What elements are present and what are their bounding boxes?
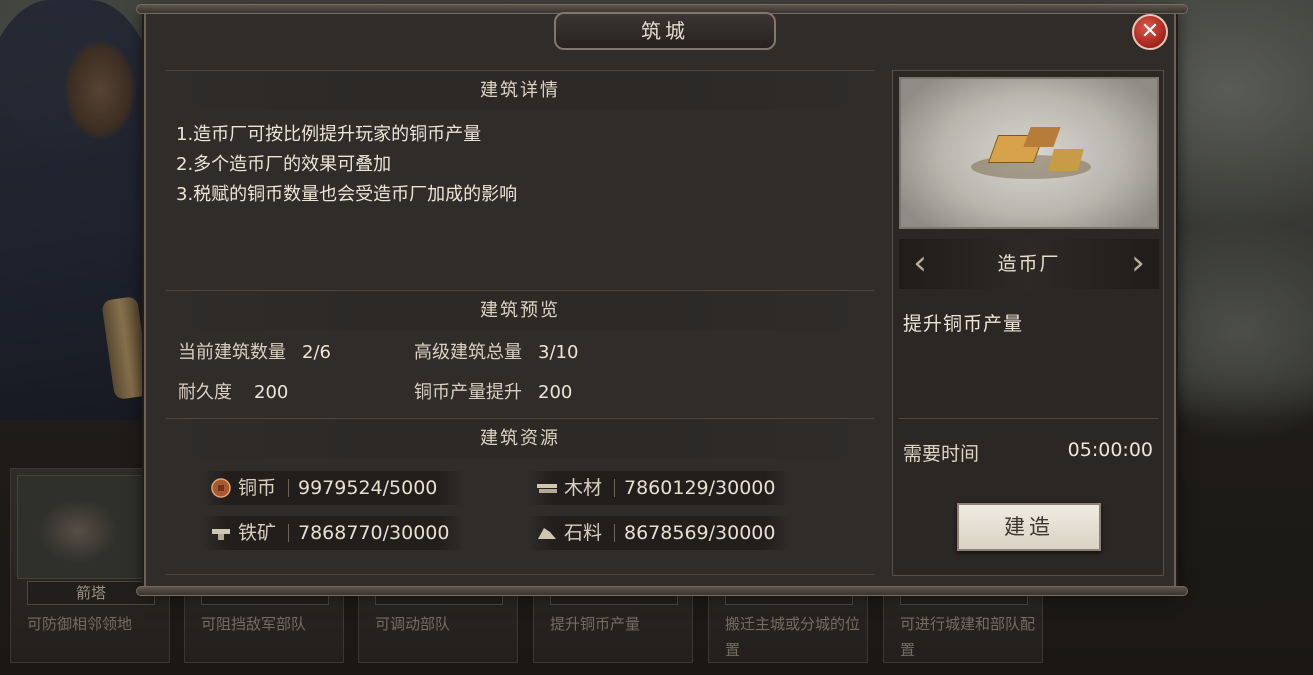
- stat-label: 耐久度: [178, 382, 232, 403]
- resource-value: 7860129/30000: [624, 477, 776, 499]
- divider: [899, 418, 1159, 419]
- divider: [288, 524, 289, 542]
- divider: [288, 479, 289, 497]
- iron-ore-icon: [212, 529, 230, 540]
- building-selector: 造币厂 ‹ ›: [899, 239, 1159, 289]
- divider: [166, 290, 874, 291]
- divider: [614, 479, 615, 497]
- wood-icon: [537, 484, 557, 493]
- stat-advanced-total: 高级建筑总量 3/10: [414, 338, 578, 364]
- chevron-left-icon: ‹: [913, 243, 927, 283]
- details-list: 1.造币厂可按比例提升玩家的铜币产量 2.多个造币厂的效果可叠加 3.税赋的铜币…: [176, 120, 517, 210]
- stat-copper-boost: 铜币产量提升 200: [414, 378, 572, 404]
- building-effect: 提升铜币产量: [903, 313, 1024, 335]
- time-label: 需要时间: [903, 443, 980, 465]
- resource-copper: 铜币 9979524/5000: [202, 471, 464, 505]
- building-side-panel: 造币厂 ‹ › 提升铜币产量 需要时间 05:00:00 建造: [892, 70, 1164, 576]
- stat-label: 当前建筑数量: [178, 342, 286, 363]
- time-value: 05:00:00: [1067, 439, 1153, 461]
- stat-current-count: 当前建筑数量 2/6: [178, 338, 331, 364]
- resource-name: 木材: [564, 477, 603, 499]
- building-cart: [1048, 149, 1084, 171]
- chevron-right-icon: ›: [1131, 243, 1145, 283]
- resource-name: 铜币: [238, 477, 277, 499]
- stone-icon: [538, 528, 556, 539]
- stat-value: 3/10: [538, 342, 579, 363]
- build-dialog: 筑城 ✕ 建筑详情 1.造币厂可按比例提升玩家的铜币产量 2.多个造币厂的效果可…: [136, 4, 1188, 596]
- divider: [166, 70, 874, 71]
- divider: [166, 574, 874, 575]
- resource-stone: 石料 8678569/30000: [528, 516, 790, 550]
- dialog-rail-bottom: [136, 586, 1188, 596]
- stat-value: 200: [538, 382, 573, 403]
- build-button[interactable]: 建造: [957, 503, 1101, 551]
- copper-coin-icon: [211, 478, 231, 498]
- resources-heading: 建筑资源: [166, 420, 874, 458]
- resource-name: 石料: [564, 522, 603, 544]
- resource-value: 8678569/30000: [624, 522, 776, 544]
- resource-name: 铁矿: [238, 522, 277, 544]
- details-line: 3.税赋的铜币数量也会受造币厂加成的影响: [176, 184, 518, 205]
- resource-value: 9979524/5000: [298, 477, 438, 499]
- stat-durability: 耐久度 200: [178, 378, 288, 404]
- details-line: 2.多个造币厂的效果可叠加: [176, 154, 392, 175]
- resource-value: 7868770/30000: [298, 522, 450, 544]
- divider: [614, 524, 615, 542]
- stat-label: 铜币产量提升: [414, 382, 522, 403]
- stat-value: 200: [254, 382, 289, 403]
- close-button[interactable]: ✕: [1132, 14, 1168, 50]
- preview-heading: 建筑预览: [166, 292, 874, 330]
- stat-value: 2/6: [302, 342, 331, 363]
- building-preview-image: [899, 77, 1159, 229]
- building-info-panel: 建筑详情 1.造币厂可按比例提升玩家的铜币产量 2.多个造币厂的效果可叠加 3.…: [166, 70, 874, 576]
- building-name: 造币厂: [997, 253, 1061, 275]
- stat-label: 高级建筑总量: [414, 342, 522, 363]
- building-roof: [1023, 127, 1061, 147]
- resource-wood: 木材 7860129/30000: [528, 471, 790, 505]
- details-heading: 建筑详情: [166, 72, 874, 110]
- divider: [166, 418, 874, 419]
- resource-iron: 铁矿 7868770/30000: [202, 516, 464, 550]
- close-icon: ✕: [1140, 19, 1160, 44]
- details-line: 1.造币厂可按比例提升玩家的铜币产量: [176, 124, 482, 145]
- next-building-button[interactable]: ›: [1125, 245, 1151, 283]
- prev-building-button[interactable]: ‹: [907, 245, 933, 283]
- dialog-title: 筑城: [554, 12, 776, 50]
